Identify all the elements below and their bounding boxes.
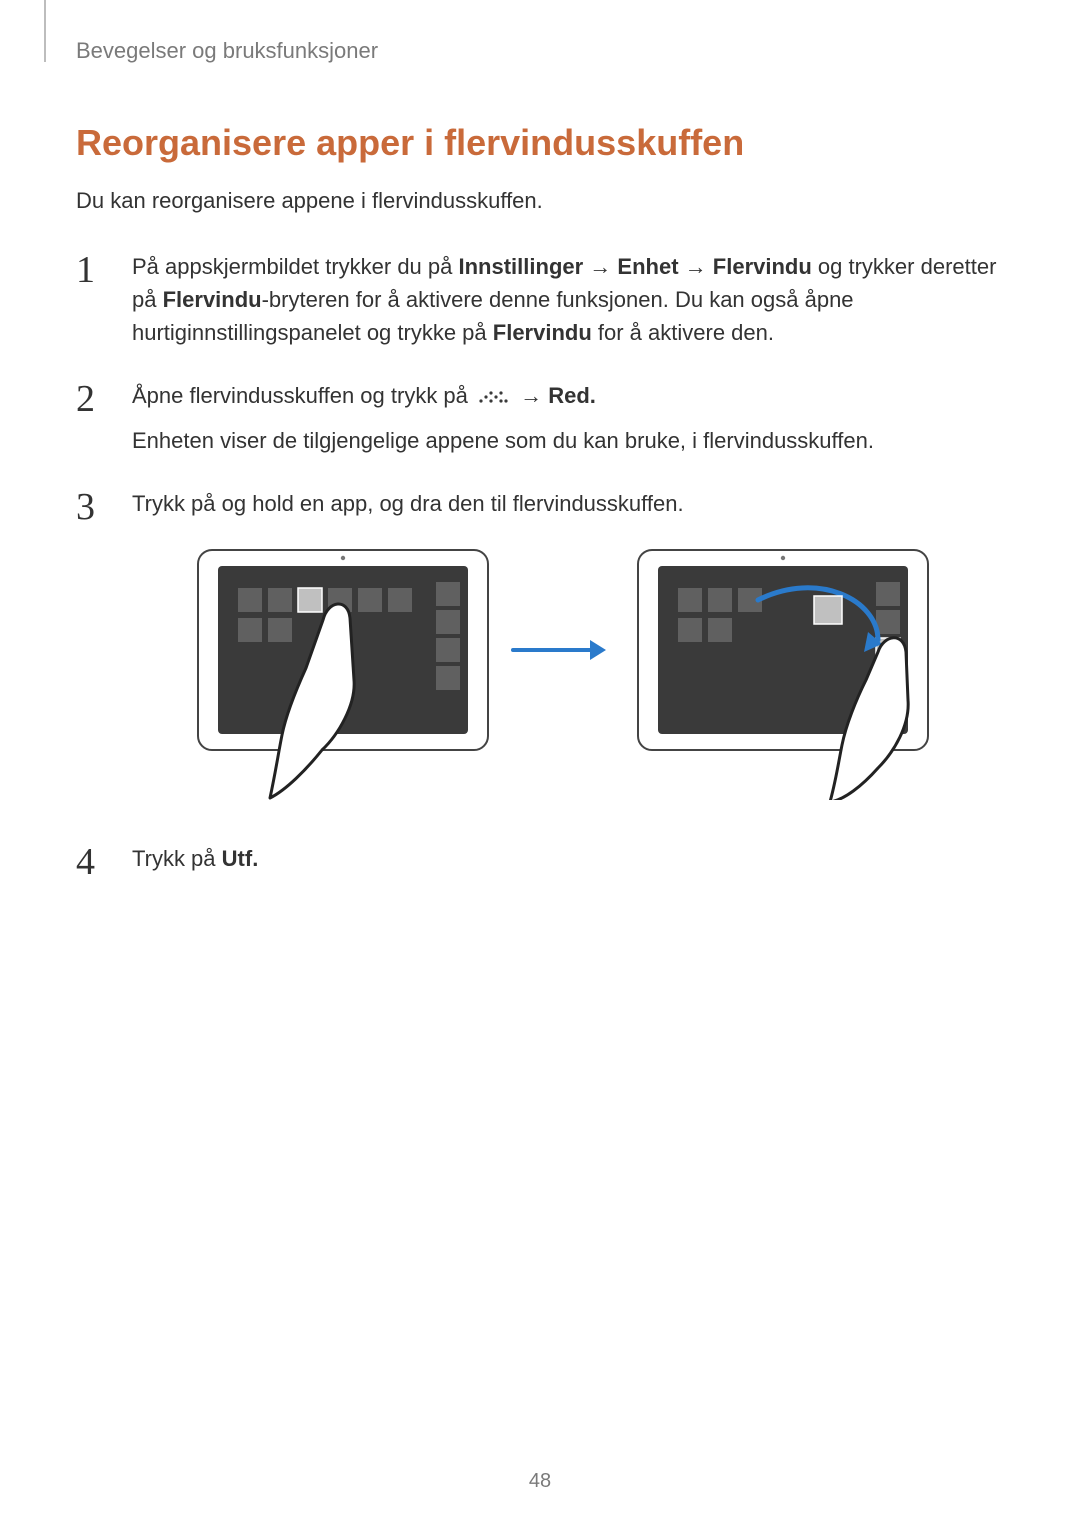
step-3-text: Trykk på og hold en app, og dra den til … [132, 491, 684, 516]
step-2-bold-red: Red. [548, 383, 596, 408]
header-rule [44, 0, 46, 62]
step-4-text: Trykk på [132, 846, 222, 871]
section-intro: Du kan reorganisere appene i flervinduss… [76, 188, 1004, 214]
step-2: Åpne flervindusskuffen og trykk på → Red… [76, 379, 1004, 457]
step-1-text-a: På appskjermbildet trykker du på [132, 254, 459, 279]
illustration-drag-app [178, 540, 958, 800]
step-1-bold-innstillinger: Innstillinger [459, 254, 584, 279]
section-title: Reorganisere apper i flervindusskuffen [76, 122, 1004, 164]
step-4-bold-utf: Utf. [222, 846, 259, 871]
arrow-icon: → [583, 254, 617, 279]
step-1-bold-flervindu-a: Flervindu [713, 254, 812, 279]
chapter-title: Bevegelser og bruksfunksjoner [76, 38, 1004, 64]
more-dots-icon [474, 389, 514, 405]
step-1: På appskjermbildet trykker du på Innstil… [76, 250, 1004, 349]
step-1-bold-enhet: Enhet [617, 254, 678, 279]
step-1-bold-flervindu-c: Flervindu [493, 320, 592, 345]
step-2-text-a: Åpne flervindusskuffen og trykk på [132, 383, 474, 408]
step-3: Trykk på og hold en app, og dra den til … [76, 487, 1004, 800]
step-1-text-d: for å aktivere den. [592, 320, 774, 345]
arrow-icon: → [514, 383, 548, 408]
step-4: Trykk på Utf. [76, 842, 1004, 875]
page-number: 48 [0, 1470, 1080, 1493]
step-2-subtext: Enheten viser de tilgjengelige appene so… [132, 424, 1004, 457]
step-list: På appskjermbildet trykker du på Innstil… [76, 250, 1004, 875]
arrow-icon: → [679, 254, 713, 279]
step-1-bold-flervindu-b: Flervindu [163, 287, 262, 312]
